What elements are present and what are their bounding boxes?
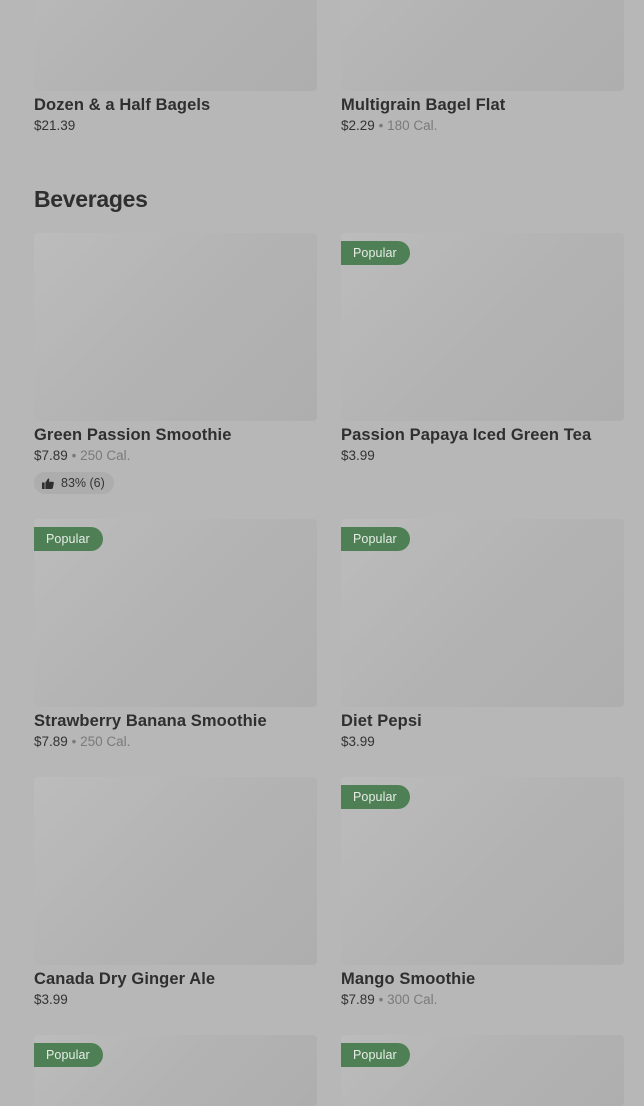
item-image <box>34 233 317 421</box>
item-meta: $3.99 <box>341 734 624 750</box>
item-meta: $21.39 <box>34 118 317 134</box>
item-price: $3.99 <box>341 734 375 749</box>
item-image: Popular <box>341 1035 624 1106</box>
item-name: Mango Smoothie <box>341 970 476 988</box>
item-price: $3.99 <box>341 448 375 463</box>
item-price: $3.99 <box>34 992 68 1007</box>
item-image <box>34 0 317 91</box>
item-image <box>34 777 317 965</box>
item-name: Passion Papaya Iced Green Tea <box>341 426 592 444</box>
menu-item-card[interactable]: Popular Strawberry Banana Smoothie $7.89… <box>34 519 317 750</box>
item-calories: 300 Cal. <box>387 992 438 1007</box>
item-name: Canada Dry Ginger Ale <box>34 970 216 988</box>
section-title: Beverages <box>34 186 148 212</box>
item-name: Strawberry Banana Smoothie <box>34 712 267 730</box>
item-calories: 250 Cal. <box>80 448 131 463</box>
item-image: Popular <box>341 777 624 965</box>
menu-item-card[interactable]: Popular Mango Smoothie $7.89 • 300 Cal. <box>341 777 624 1008</box>
item-calories: 180 Cal. <box>387 118 438 133</box>
item-name: Multigrain Bagel Flat <box>341 96 506 114</box>
popular-badge: Popular <box>341 241 410 265</box>
item-meta: $7.89 • 250 Cal. <box>34 734 317 750</box>
meta-separator: • <box>378 118 384 133</box>
rating-badge: 83% (6) <box>34 472 114 494</box>
menu-item-card[interactable]: Popular <box>341 1035 624 1106</box>
item-calories: 250 Cal. <box>80 734 131 749</box>
menu-item-card[interactable]: Popular Diet Pepsi $3.99 <box>341 519 624 750</box>
item-image: Popular <box>34 519 317 707</box>
thumbs-up-icon <box>42 478 54 489</box>
item-image: Popular <box>34 1035 317 1106</box>
popular-badge: Popular <box>34 527 103 551</box>
meta-separator: • <box>71 734 77 749</box>
item-price: $7.89 <box>34 734 68 749</box>
item-price: $2.29 <box>341 118 375 133</box>
meta-separator: • <box>378 992 384 1007</box>
menu-item-card[interactable]: Multigrain Bagel Flat $2.29 • 180 Cal. <box>341 0 624 134</box>
item-name: Diet Pepsi <box>341 712 422 730</box>
item-meta: $2.29 • 180 Cal. <box>341 118 624 134</box>
rating-text: 83% (6) <box>61 476 105 490</box>
meta-separator: • <box>71 448 77 463</box>
menu-page: Dozen & a Half Bagels $21.39 Multigrain … <box>0 0 644 1106</box>
item-image: Popular <box>341 519 624 707</box>
menu-item-card[interactable]: Popular <box>34 1035 317 1106</box>
menu-item-card[interactable]: Dozen & a Half Bagels $21.39 <box>34 0 317 134</box>
popular-badge: Popular <box>34 1043 103 1067</box>
item-image: Popular <box>341 233 624 421</box>
popular-badge: Popular <box>341 785 410 809</box>
menu-item-card[interactable]: Canada Dry Ginger Ale $3.99 <box>34 777 317 1008</box>
item-meta: $7.89 • 300 Cal. <box>341 992 624 1008</box>
popular-badge: Popular <box>341 527 410 551</box>
item-price: $7.89 <box>34 448 68 463</box>
menu-item-card[interactable]: Popular Passion Papaya Iced Green Tea $3… <box>341 233 624 464</box>
item-meta: $3.99 <box>34 992 317 1008</box>
popular-badge: Popular <box>341 1043 410 1067</box>
item-name: Dozen & a Half Bagels <box>34 96 211 114</box>
item-image <box>341 0 624 91</box>
item-price: $21.39 <box>34 118 76 133</box>
item-meta: $7.89 • 250 Cal. <box>34 448 317 464</box>
item-name: Green Passion Smoothie <box>34 426 232 444</box>
item-price: $7.89 <box>341 992 375 1007</box>
menu-item-card[interactable]: Green Passion Smoothie $7.89 • 250 Cal. … <box>34 233 317 494</box>
item-meta: $3.99 <box>341 448 624 464</box>
